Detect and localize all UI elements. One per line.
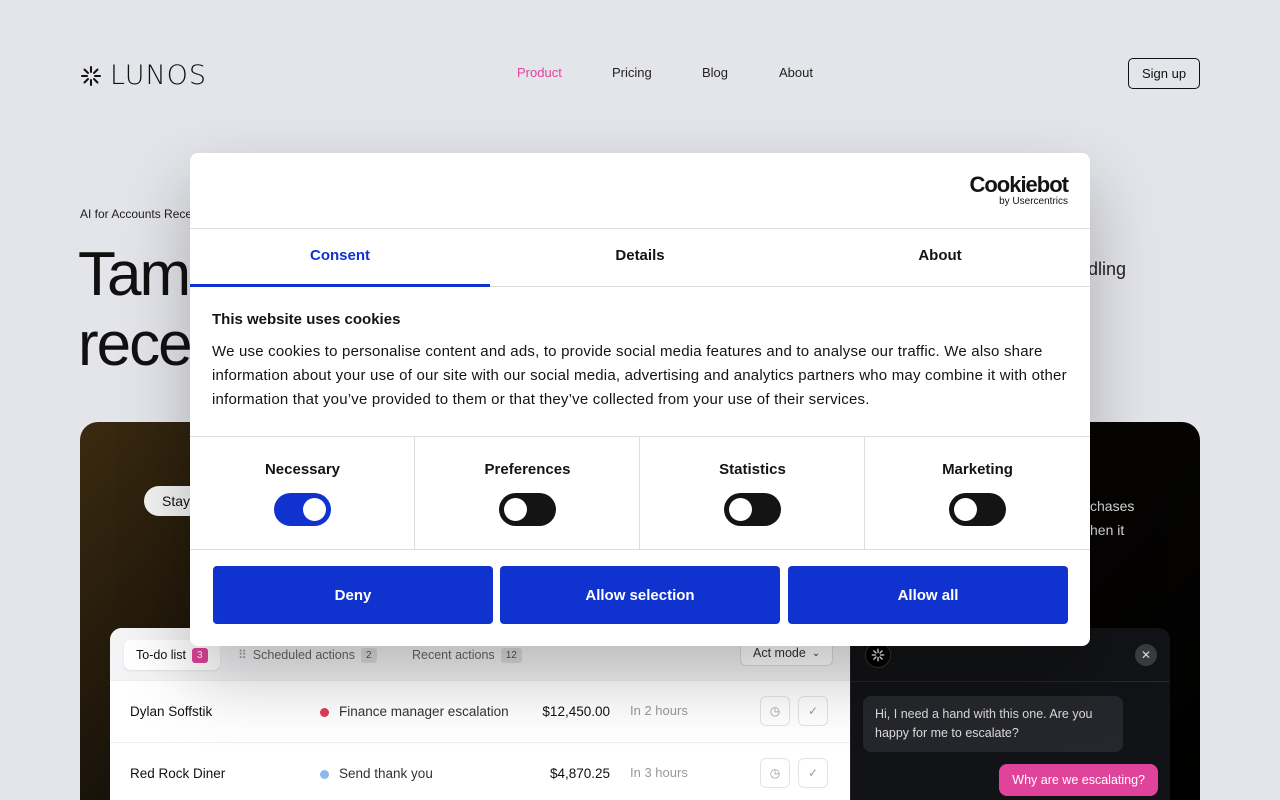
category-preferences: Preferences [415, 437, 640, 549]
clock-icon: ◷ [769, 704, 781, 718]
preview-side-line1: chases [1090, 498, 1135, 514]
statistics-toggle[interactable] [724, 493, 781, 526]
category-label: Marketing [942, 461, 1013, 478]
hero-eyebrow: AI for Accounts Rece [80, 207, 193, 221]
todo-card: To-do list 3 ⠿ Scheduled actions 2 Recen… [110, 628, 850, 800]
dialog-header: Cookiebot by Usercentrics [190, 153, 1090, 229]
marketing-toggle[interactable] [949, 493, 1006, 526]
status-dot [320, 770, 329, 779]
row-amount: $12,450.00 [542, 704, 610, 719]
tab-label: Recent actions [412, 648, 495, 662]
row-time: In 2 hours [630, 703, 688, 718]
toggle-knob [504, 498, 527, 521]
chat-panel: ✕ Hi, I need a hand with this one. Are y… [850, 628, 1170, 800]
nav-link-product[interactable]: Product [517, 65, 562, 80]
row-name: Red Rock Diner [130, 766, 226, 781]
toggle-knob [954, 498, 977, 521]
count-badge: 3 [192, 647, 208, 663]
dialog-actions: Deny Allow selection Allow all [190, 550, 1090, 645]
brand-name: Cookiebot [969, 172, 1069, 197]
nav-link-pricing[interactable]: Pricing [612, 65, 652, 80]
category-necessary: Necessary [190, 437, 415, 549]
table-row[interactable]: Red Rock Diner Send thank you $4,870.25 … [110, 742, 850, 800]
logo-text: LUNOS [110, 60, 208, 91]
logo-mark-icon [871, 648, 885, 662]
signup-button[interactable]: Sign up [1128, 58, 1200, 89]
preferences-toggle[interactable] [499, 493, 556, 526]
logo[interactable]: LUNOS [80, 60, 207, 91]
top-nav: LUNOS Product Pricing Blog About Sign up [0, 0, 1280, 145]
tab-consent[interactable]: Consent [190, 229, 490, 287]
tab-label: To-do list [136, 648, 187, 662]
deny-button[interactable]: Deny [213, 566, 493, 624]
necessary-toggle[interactable] [274, 493, 331, 526]
status-dot [320, 708, 329, 717]
row-time: In 3 hours [630, 765, 688, 780]
row-amount: $4,870.25 [549, 766, 610, 781]
chevron-down-icon: ⌄ [811, 647, 821, 659]
preview-side-text: chases hen it [1090, 494, 1134, 542]
table-row[interactable]: Dylan Soffstik Finance manager escalatio… [110, 680, 850, 742]
brand-sub: by Usercentrics [999, 196, 1068, 207]
category-statistics: Statistics [640, 437, 865, 549]
hero-side-text: dling [1088, 259, 1127, 279]
snooze-button[interactable]: ◷ [760, 758, 790, 788]
check-icon: ✓ [807, 704, 819, 718]
close-icon[interactable]: ✕ [1135, 644, 1157, 666]
count-badge: 2 [360, 647, 377, 663]
nav-link-blog[interactable]: Blog [702, 65, 728, 80]
tab-details[interactable]: Details [490, 229, 790, 286]
row-task: Finance manager escalation [339, 704, 509, 719]
assistant-message: Hi, I need a hand with this one. Are you… [863, 696, 1123, 752]
cookie-consent-dialog: Cookiebot by Usercentrics Consent Detail… [190, 153, 1090, 646]
toggle-knob [729, 498, 752, 521]
cookiebot-logo: Cookiebot by Usercentrics [969, 172, 1069, 208]
toggle-knob [303, 498, 326, 521]
clock-icon: ◷ [769, 766, 781, 780]
category-label: Necessary [264, 461, 341, 478]
allow-selection-button[interactable]: Allow selection [500, 566, 780, 624]
grid-icon: ⠿ [238, 648, 247, 662]
tab-label: Scheduled actions [252, 648, 355, 662]
category-label: Statistics [719, 461, 786, 478]
user-message: Why are we escalating? [999, 764, 1158, 796]
dialog-description: We use cookies to personalise content an… [212, 343, 1067, 408]
cookie-categories: Necessary Preferences Statistics Marketi… [190, 437, 1090, 550]
category-marketing: Marketing [865, 437, 1090, 549]
allow-all-button[interactable]: Allow all [788, 566, 1068, 624]
dialog-body: This website uses cookies We use cookies… [190, 287, 1090, 437]
category-label: Preferences [484, 461, 571, 478]
logo-mark-icon [81, 65, 101, 86]
preview-side-line2: hen it [1090, 522, 1125, 538]
row-task: Send thank you [339, 766, 433, 781]
tab-about[interactable]: About [790, 229, 1090, 286]
snooze-button[interactable]: ◷ [760, 696, 790, 726]
nav-link-about[interactable]: About [779, 65, 813, 80]
dialog-heading: This website uses cookies [212, 311, 401, 328]
act-mode-label: Act mode [753, 646, 806, 660]
check-icon: ✓ [807, 766, 819, 780]
count-badge: 12 [500, 647, 522, 663]
approve-button[interactable]: ✓ [798, 696, 828, 726]
approve-button[interactable]: ✓ [798, 758, 828, 788]
dialog-tabs: Consent Details About [190, 229, 1090, 287]
row-name: Dylan Soffstik [130, 704, 213, 719]
